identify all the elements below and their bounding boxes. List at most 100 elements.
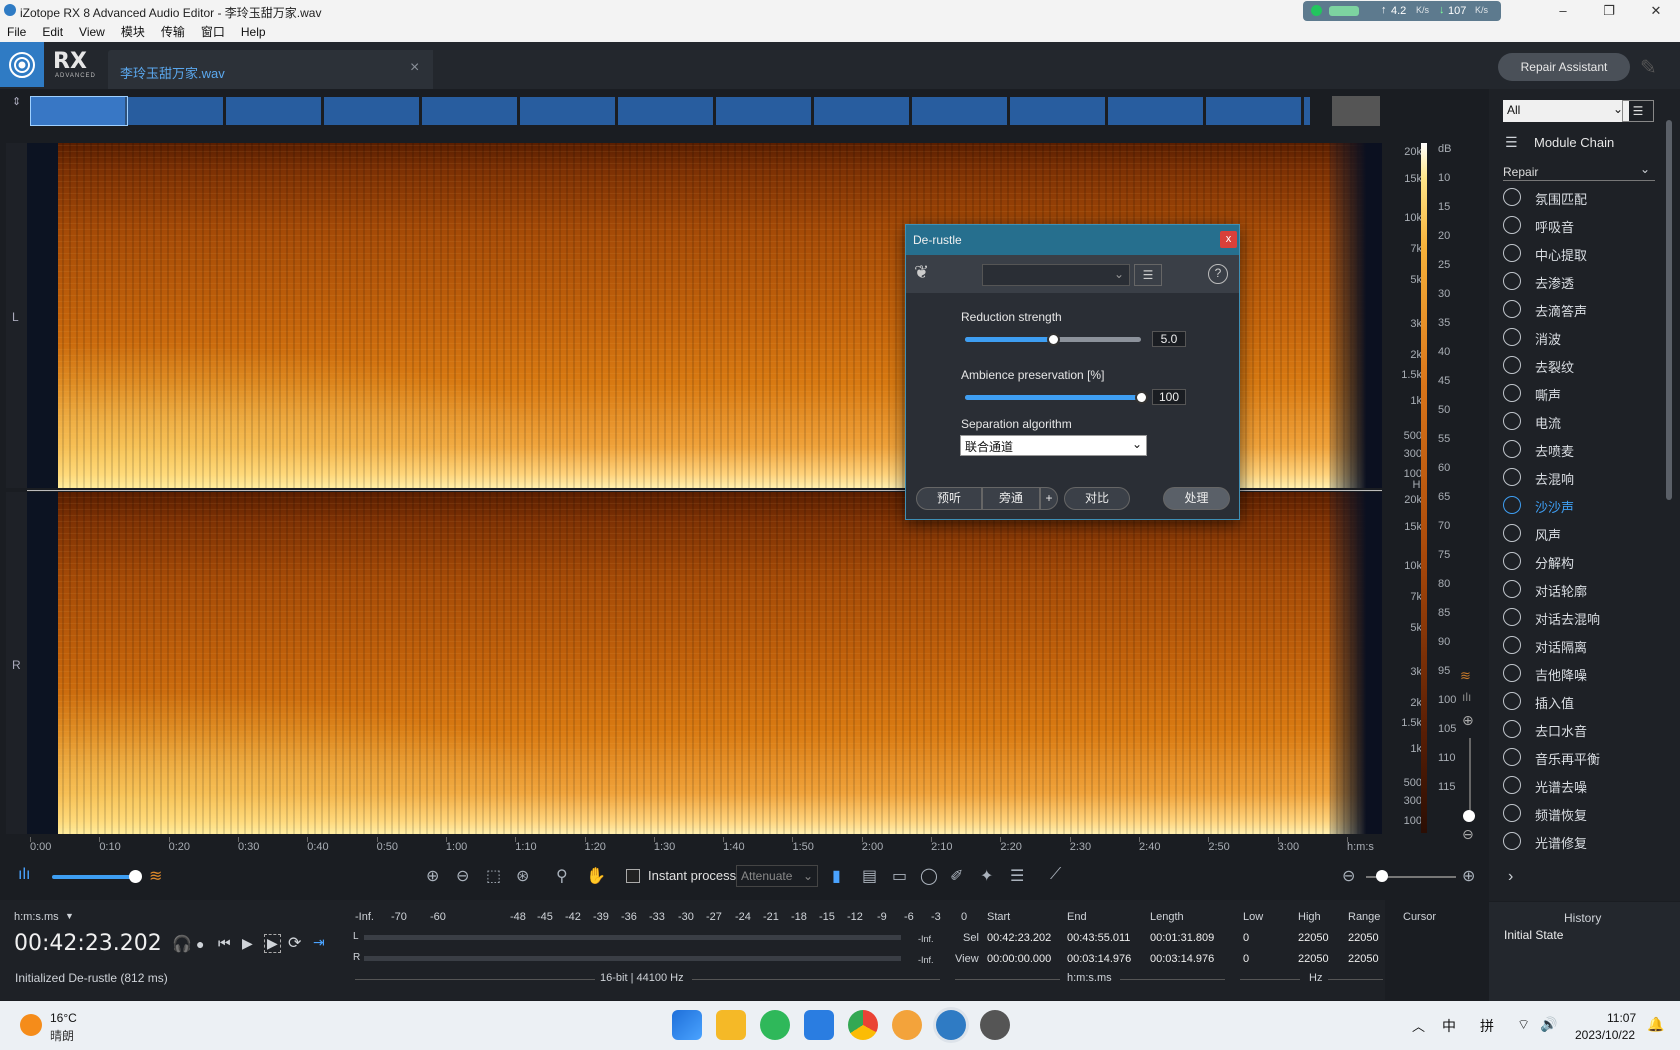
waveform-view-icon[interactable]: ılı [18, 866, 30, 884]
history-item[interactable]: Initial State [1504, 928, 1563, 942]
weather-sun-icon[interactable] [20, 1014, 42, 1036]
waveform-icon[interactable]: ılı [1462, 690, 1471, 704]
view-low[interactable]: 0 [1243, 953, 1249, 965]
dialog-header[interactable]: De-rustle [906, 225, 1239, 255]
weather-desc[interactable]: 晴朗 [50, 1027, 74, 1044]
module-item[interactable]: 光谱修复 [1503, 829, 1673, 855]
module-item[interactable]: 对话轮廓 [1503, 577, 1673, 603]
algorithm-select[interactable]: 联合通道 ⌄ [960, 435, 1147, 456]
spectral-icon[interactable]: ≋ [1460, 668, 1471, 684]
ime-lang[interactable]: 中 [1442, 1016, 1456, 1036]
overview-viewport[interactable] [1332, 96, 1380, 126]
reduction-strength-slider[interactable] [965, 333, 1141, 346]
time-select-icon[interactable]: ▮ [832, 866, 841, 886]
menu-transport[interactable]: 传输 [161, 25, 185, 39]
minimize-icon[interactable]: – [1555, 3, 1571, 19]
module-item[interactable]: 音乐再平衡 [1503, 745, 1673, 771]
izotope-taskbar-icon[interactable] [936, 1010, 966, 1040]
repair-assistant-button[interactable]: Repair Assistant [1498, 53, 1630, 81]
time-format[interactable]: h:m:s.ms [14, 911, 59, 923]
menu-modules[interactable]: 模块 [121, 25, 145, 39]
vertical-zoom-knob[interactable] [1463, 810, 1475, 822]
ambience-value[interactable]: 100 [1152, 389, 1186, 405]
volume-icon[interactable]: 🔊 [1540, 1016, 1557, 1033]
tray-chevron-icon[interactable]: ︿ [1412, 1016, 1425, 1035]
module-item[interactable]: 沙沙声 [1503, 493, 1673, 519]
app-feishu-icon[interactable] [804, 1010, 834, 1040]
zoom-in-vertical-icon[interactable]: ⊕ [1462, 712, 1474, 729]
harmonic-select-icon[interactable]: ☰ [1010, 866, 1024, 886]
module-item[interactable]: 去裂纹 [1503, 353, 1673, 379]
menu-edit[interactable]: Edit [42, 25, 63, 39]
module-item[interactable]: 消波 [1503, 325, 1673, 351]
opacity-slider[interactable] [52, 875, 137, 879]
chrome-icon[interactable] [848, 1010, 878, 1040]
skip-back-icon[interactable]: ⏮ [218, 935, 231, 952]
waveform-overview[interactable]: ⇕ [0, 89, 1385, 133]
view-high[interactable]: 22050 [1298, 953, 1329, 965]
qq-icon[interactable] [892, 1010, 922, 1040]
sel-high[interactable]: 22050 [1298, 932, 1329, 944]
expand-panel-icon[interactable]: › [1508, 868, 1513, 886]
sel-end[interactable]: 00:43:55.011 [1067, 932, 1130, 944]
zoom-in-icon[interactable]: ⊕ [426, 866, 439, 886]
view-range[interactable]: 22050 [1348, 953, 1379, 965]
process-button[interactable]: 处理 [1163, 487, 1230, 510]
preset-menu-icon[interactable]: ☰ [1134, 264, 1162, 286]
ime-mode[interactable]: 拼 [1480, 1016, 1494, 1036]
vertical-zoom-track[interactable] [1469, 738, 1471, 818]
clock-date[interactable]: 2023/10/22 [1575, 1028, 1635, 1042]
wifi-icon[interactable]: ⌔ [1517, 1016, 1530, 1034]
module-item[interactable]: 电流 [1503, 409, 1673, 435]
zoom-out-icon[interactable]: ⊖ [456, 866, 469, 886]
zoom-in-horizontal-icon[interactable]: ⊕ [1462, 866, 1475, 886]
weather-temp[interactable]: 16°C [50, 1011, 77, 1025]
module-filter-select[interactable]: All ⌄ [1503, 100, 1629, 122]
record-icon[interactable]: ● [196, 936, 204, 952]
preview-button[interactable]: 预听 [916, 487, 982, 510]
menu-view[interactable]: View [79, 25, 105, 39]
lasso-icon[interactable]: ◯ [920, 866, 938, 886]
category-label[interactable]: Repair [1503, 165, 1538, 179]
close-tab-icon[interactable]: × [410, 59, 419, 77]
chevron-down-icon[interactable]: ⌄ [1640, 162, 1650, 176]
dialog-close-button[interactable]: x [1220, 231, 1237, 248]
module-item[interactable]: 中心提取 [1503, 241, 1673, 267]
module-menu-icon[interactable]: ☰ [1622, 100, 1654, 122]
compare-button[interactable]: 对比 [1064, 487, 1130, 510]
clock-time[interactable]: 11:07 [1607, 1011, 1636, 1025]
module-chain-label[interactable]: Module Chain [1534, 135, 1614, 150]
module-item[interactable]: 去滴答声 [1503, 297, 1673, 323]
file-tab[interactable]: 李玲玉甜万家.wav × [108, 50, 433, 89]
instant-process-checkbox[interactable] [626, 869, 640, 883]
magnify-icon[interactable]: ⚲ [556, 866, 568, 886]
sel-range[interactable]: 22050 [1348, 932, 1379, 944]
module-item[interactable]: 风声 [1503, 521, 1673, 547]
collapse-icon[interactable]: ⇕ [12, 95, 21, 108]
help-icon[interactable]: ? [1208, 264, 1228, 284]
module-item[interactable]: 光谱去噪 [1503, 773, 1673, 799]
envelope-icon[interactable]: ⟋ [1050, 866, 1061, 884]
zoom-out-vertical-icon[interactable]: ⊖ [1462, 826, 1474, 843]
hand-icon[interactable]: ✋ [586, 866, 606, 886]
maximize-icon[interactable]: ❐ [1601, 3, 1617, 19]
module-item[interactable]: 对话隔离 [1503, 633, 1673, 659]
sel-start[interactable]: 00:42:23.202 [987, 932, 1051, 944]
view-end[interactable]: 00:03:14.976 [1067, 953, 1131, 965]
process-mode-select[interactable]: Attenuate ⌄ [736, 865, 818, 887]
sel-low[interactable]: 0 [1243, 932, 1249, 944]
notification-bell-icon[interactable]: 🔔 [1647, 1016, 1664, 1033]
file-explorer-icon[interactable] [716, 1010, 746, 1040]
module-item[interactable]: 对话去混响 [1503, 605, 1673, 631]
zoom-out-horizontal-icon[interactable]: ⊖ [1342, 866, 1355, 886]
ambience-knob[interactable] [1135, 391, 1148, 404]
module-item[interactable]: 去混响 [1503, 465, 1673, 491]
module-item[interactable]: 吉他降噪 [1503, 661, 1673, 687]
chevron-down-icon[interactable]: ▼ [65, 911, 74, 921]
menu-file[interactable]: File [7, 25, 26, 39]
magic-wand-icon[interactable]: ✦ [980, 866, 993, 886]
reduction-strength-value[interactable]: 5.0 [1152, 331, 1186, 347]
loop-icon[interactable]: ⟳ [288, 933, 301, 953]
preset-select[interactable]: ⌄ [982, 264, 1130, 286]
brush-icon[interactable]: ✐ [950, 866, 963, 886]
